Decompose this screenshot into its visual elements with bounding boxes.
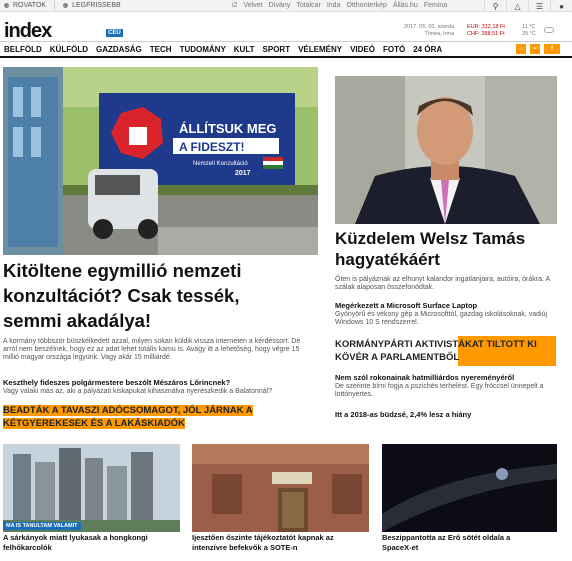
social-links: ⌂ ≈ f (516, 44, 560, 54)
site-header: index CEU 2017. 05. 03. szerda Tímea, Ir… (0, 12, 572, 42)
rss-icon[interactable]: ≈ (530, 44, 540, 54)
nav-item[interactable]: TUDOMÁNY (180, 45, 226, 54)
promo-headline[interactable]: BEADTÁK A TAVASZI ADÓCSOMAGOT, JÓL JÁRNA… (3, 404, 303, 430)
thumb-caption[interactable]: Beszippantotta az Erő sötét oldala a Spa… (382, 533, 542, 553)
thumb-caption[interactable]: Ijesztően őszinte tájékoztatót kapnak az… (192, 533, 357, 553)
right-lead: Őten is pályáznak az elhunyt kalandor in… (335, 276, 550, 291)
hongkong-thumbnail[interactable] (3, 444, 180, 532)
temp-max: 20 °C (522, 31, 536, 37)
lottery-text: De szerinte bírni fogja a pszichés terhe… (335, 383, 544, 398)
weather-block[interactable]: 11 °C 20 °C (522, 24, 536, 38)
right-headline[interactable]: Küzdelem Welsz Tamás hagyatékáért (335, 228, 570, 270)
clock-icon (63, 3, 69, 8)
search-icon[interactable]: ⚲ (484, 0, 506, 12)
nav-item[interactable]: KÜLFÖLD (50, 45, 88, 54)
right-article-image[interactable] (335, 76, 557, 224)
cloud-icon (544, 27, 554, 33)
site-link[interactable]: Dívány (269, 2, 291, 9)
rovatok-link[interactable]: ROVATOK (13, 2, 46, 9)
billboard-line2: A FIDESZT! (179, 140, 245, 154)
site-link[interactable]: Otthonterkép (346, 2, 386, 9)
main-article-image[interactable]: ÁLLÍTSUK MEG A FIDESZT! Nemzeti Konzultá… (3, 67, 318, 255)
right-promo-headline[interactable]: KORMÁNYPÁRTI AKTIVISTÁKAT TILTOTT KI KÖV… (335, 338, 560, 364)
sub-article-text: Vagy valaki más az, aki a pályázati kisk… (3, 388, 273, 395)
skyscraper-photo (3, 444, 180, 532)
main-headline[interactable]: Kitöltene egymillió nemzeti konzultációt… (3, 258, 303, 333)
menu-icon[interactable] (4, 3, 9, 8)
legfrissebb-link[interactable]: LEGFRISSEBB (72, 2, 121, 9)
site-link[interactable]: Inda (327, 2, 341, 9)
exchange-rates[interactable]: EUR: 312,18 Ft CHF: 288,51 Ft (467, 24, 505, 38)
logo-badge: CEU (106, 29, 123, 37)
date-block: 2017. 05. 03. szerda Tímea, Irma (404, 24, 454, 38)
home-icon[interactable]: ⌂ (516, 44, 526, 54)
site-link[interactable]: i2 (232, 2, 237, 9)
sub-article-title[interactable]: Keszthely fideszes polgármestere beszólt… (3, 378, 308, 387)
eur-rate: EUR: 312,18 Ft (467, 24, 505, 30)
partner-sites: i2 Velvet Dívány Totalcar Inda Otthonter… (232, 2, 447, 9)
site-link[interactable]: Állás.hu (393, 2, 418, 9)
sote-thumbnail[interactable] (192, 444, 369, 532)
site-link[interactable]: Velvet (243, 2, 262, 9)
nav-item[interactable]: TECH (150, 45, 172, 54)
space-photo (382, 444, 557, 532)
building-photo (192, 444, 369, 532)
main-nav: BELFÖLD KÜLFÖLD GAZDASÁG TECH TUDOMÁNY K… (0, 42, 572, 58)
bell-icon[interactable]: △ (506, 0, 528, 12)
right-promo-text: KORMÁNYPÁRTI AKTIVISTÁKAT TILTOTT KI KÖV… (335, 339, 537, 363)
nav-item[interactable]: FOTÓ (383, 45, 405, 54)
promo-text: BEADTÁK A TAVASZI ADÓCSOMAGOT, JÓL JÁRNA… (3, 405, 253, 429)
chf-rate: CHF: 288,51 Ft (467, 31, 505, 37)
billboard-line4: 2017 (235, 170, 251, 177)
site-link[interactable]: Femina (424, 2, 447, 9)
category-badge[interactable]: MA IS TANULTAM VALAMIT (3, 522, 81, 530)
nav-item[interactable]: KULT (234, 45, 255, 54)
surface-text: Gyönyörű és vékony gép a Microsofttól, g… (335, 311, 548, 326)
site-link[interactable]: Totalcar (296, 2, 321, 9)
nav-item[interactable]: VIDEÓ (350, 45, 375, 54)
nav-item[interactable]: GAZDASÁG (96, 45, 142, 54)
portrait-photo (335, 76, 557, 224)
spacex-thumbnail[interactable] (382, 444, 557, 532)
main-lead: A kormány többször büszkélkedett azzal, … (3, 338, 301, 361)
user-icon[interactable]: ● (550, 0, 572, 12)
top-bar: ROVATOK LEGFRISSEBB i2 Velvet Dívány Tot… (0, 0, 572, 12)
nav-item[interactable]: SPORT (263, 45, 291, 54)
date-text: 2017. 05. 03. szerda (404, 24, 455, 30)
nav-item[interactable]: VÉLEMÉNY (298, 45, 342, 54)
facebook-icon[interactable]: f (544, 44, 560, 54)
index-logo[interactable]: index (4, 20, 52, 43)
temp-min: 11 °C (522, 24, 536, 30)
lottery-title[interactable]: Nem szól rokonainak hatmilliárdos nyerem… (335, 373, 570, 382)
namesday-text: Tímea, Irma (424, 31, 455, 37)
billboard-line3: Nemzeti Konzultáció (193, 161, 248, 167)
budget-title[interactable]: Itt a 2018-as büdzsé, 2,4% lesz a hiány (335, 410, 570, 419)
nav-item[interactable]: BELFÖLD (4, 45, 42, 54)
surface-title[interactable]: Megérkezett a Microsoft Surface Laptop (335, 301, 570, 310)
thumb-caption[interactable]: A sárkányok miatt lyukasak a hongkongi f… (3, 533, 153, 553)
billboard-line1: ÁLLÍTSUK MEG (179, 121, 277, 136)
billboard-photo: ÁLLÍTSUK MEG A FIDESZT! Nemzeti Konzultá… (3, 67, 318, 255)
menu-lines-icon[interactable]: ☰ (528, 0, 550, 12)
nav-item[interactable]: 24 ÓRA (413, 45, 442, 54)
